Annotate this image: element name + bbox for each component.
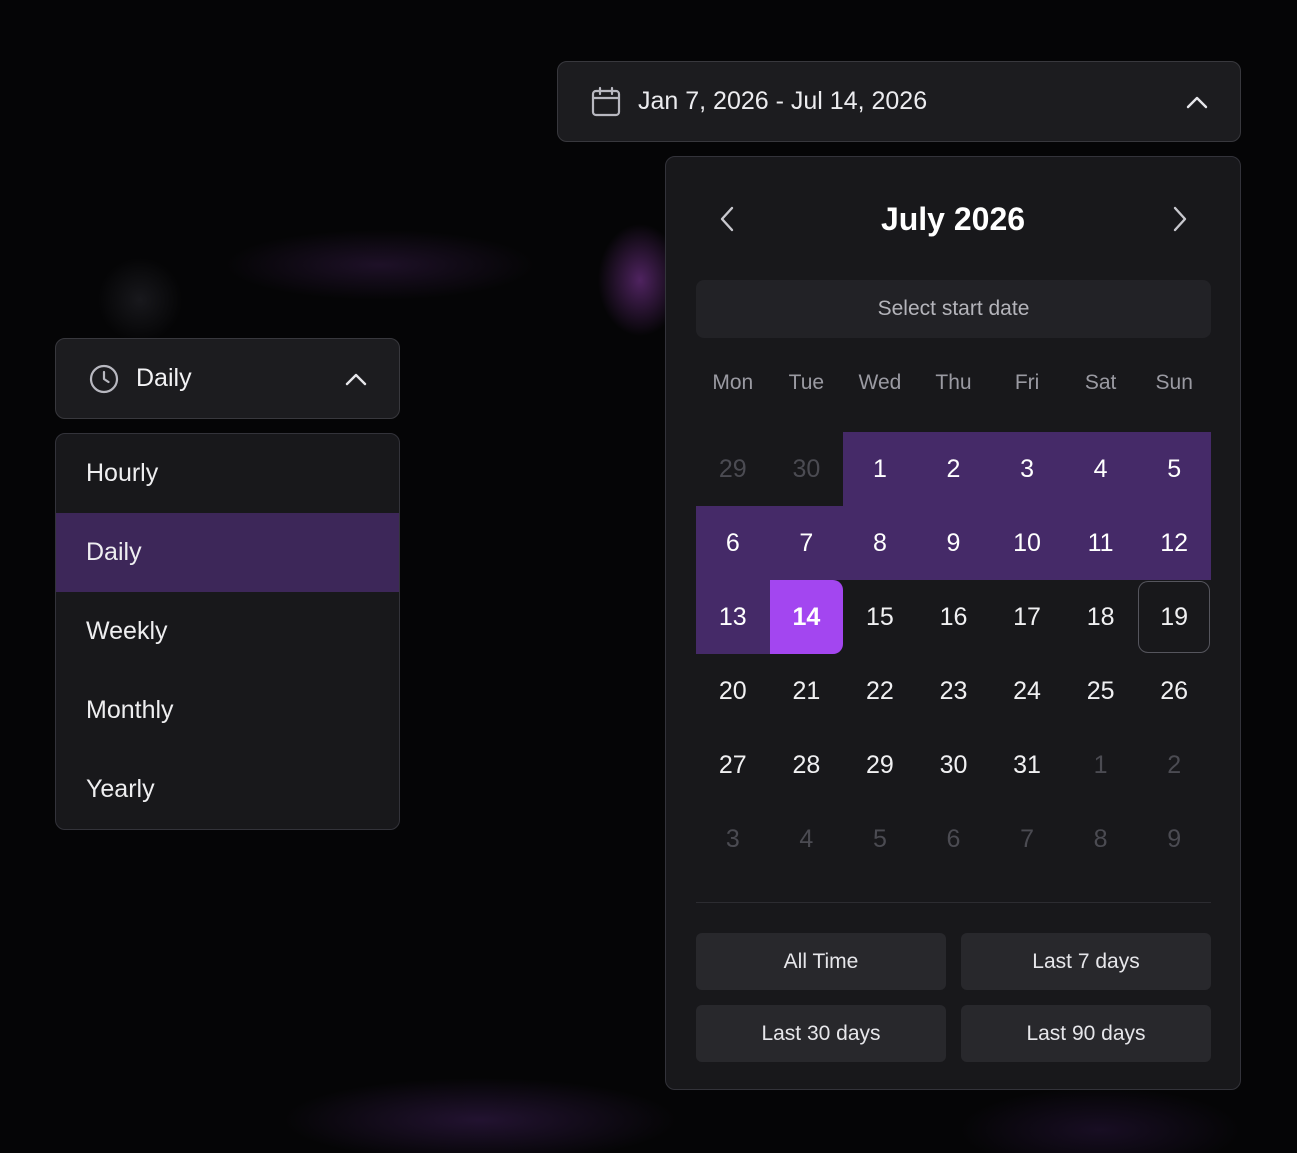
- day-cell[interactable]: 8: [843, 506, 917, 580]
- day-cell[interactable]: 26: [1137, 654, 1211, 728]
- interval-option-daily[interactable]: Daily: [56, 513, 399, 592]
- day-cell[interactable]: 28: [770, 728, 844, 802]
- day-cell[interactable]: 5: [1137, 432, 1211, 506]
- day-grid: 29 30 1 2 3 4 5 6 7 8 9 10 11 12 13 14 15 16 17 18 19 20 21 22 2…: [696, 432, 1211, 876]
- date-range-value: Jan 7, 2026 - Jul 14, 2026: [638, 87, 928, 115]
- day-cell[interactable]: 21: [770, 654, 844, 728]
- day-cell[interactable]: 20: [696, 654, 770, 728]
- weekday-label: Thu: [935, 371, 972, 394]
- calendar-popover: July 2026 Select start date Mon Tue Wed Thu…: [665, 156, 1241, 1090]
- day-cell[interactable]: 15: [843, 580, 917, 654]
- day-cell[interactable]: 1: [1064, 728, 1138, 802]
- interval-option-monthly[interactable]: Monthly: [56, 671, 399, 750]
- clock-icon: [89, 364, 119, 393]
- day-cell[interactable]: 14: [769, 580, 844, 654]
- day-cell[interactable]: 29: [696, 432, 770, 506]
- interval-option-weekly[interactable]: Weekly: [56, 592, 399, 671]
- day-cell[interactable]: 31: [990, 728, 1064, 802]
- day-cell[interactable]: 29: [843, 728, 917, 802]
- day-cell[interactable]: 8: [1064, 802, 1138, 876]
- day-cell[interactable]: 7: [769, 506, 844, 580]
- day-cell[interactable]: 2: [916, 432, 991, 506]
- weekday-label: Sun: [1155, 371, 1193, 394]
- interval-select[interactable]: Daily: [55, 338, 400, 419]
- chevron-up-icon: [345, 373, 367, 385]
- day-cell[interactable]: 19: [1137, 580, 1211, 654]
- day-cell[interactable]: 27: [696, 728, 770, 802]
- day-cell[interactable]: 30: [770, 432, 844, 506]
- next-month-button[interactable]: [1162, 201, 1198, 237]
- calendar-icon: [591, 86, 621, 116]
- day-cell[interactable]: 9: [916, 506, 991, 580]
- weekday-label: Tue: [788, 371, 825, 394]
- interval-select-value: Daily: [136, 364, 192, 392]
- day-cell[interactable]: 4: [1063, 432, 1138, 506]
- day-cell[interactable]: 3: [696, 802, 770, 876]
- day-cell[interactable]: 10: [990, 506, 1064, 580]
- day-cell[interactable]: 17: [990, 580, 1064, 654]
- weekday-header: Mon Tue Wed Thu Fri Sat Sun: [696, 371, 1211, 407]
- day-cell[interactable]: 13: [696, 580, 770, 654]
- preset-button[interactable]: All Time: [696, 933, 946, 990]
- range-presets: All Time Last 7 days Last 30 days Last 90 d…: [696, 933, 1211, 1062]
- interval-option-yearly[interactable]: Yearly: [56, 750, 399, 829]
- preset-button[interactable]: Last 30 days: [696, 1005, 946, 1062]
- preset-button[interactable]: Last 7 days: [961, 933, 1211, 990]
- interval-option-hourly[interactable]: Hourly: [56, 434, 399, 513]
- day-cell[interactable]: 2: [1137, 728, 1211, 802]
- weekday-label: Sat: [1084, 371, 1117, 394]
- day-cell[interactable]: 6: [696, 506, 770, 580]
- calendar-header: July 2026: [666, 187, 1240, 251]
- day-cell[interactable]: 9: [1137, 802, 1211, 876]
- chevron-right-icon: [1173, 206, 1187, 232]
- day-cell[interactable]: 3: [990, 432, 1064, 506]
- weekday-label: Wed: [858, 371, 902, 394]
- day-cell[interactable]: 1: [843, 432, 917, 506]
- day-cell[interactable]: 25: [1064, 654, 1138, 728]
- day-cell[interactable]: 7: [990, 802, 1064, 876]
- chevron-up-icon: [1186, 96, 1208, 108]
- interval-menu: Hourly Daily Weekly Monthly Yearly: [55, 433, 400, 830]
- day-cell[interactable]: 4: [770, 802, 844, 876]
- day-cell[interactable]: 11: [1063, 506, 1138, 580]
- day-cell[interactable]: 18: [1064, 580, 1138, 654]
- divider: [696, 902, 1211, 903]
- day-cell[interactable]: 5: [843, 802, 917, 876]
- preset-button[interactable]: Last 90 days: [961, 1005, 1211, 1062]
- weekday-label: Mon: [712, 371, 754, 394]
- day-cell[interactable]: 12: [1137, 506, 1211, 580]
- date-range-select[interactable]: Jan 7, 2026 - Jul 14, 2026: [557, 61, 1241, 142]
- selection-hint: Select start date: [696, 280, 1211, 338]
- day-cell[interactable]: 23: [917, 654, 991, 728]
- day-cell[interactable]: 22: [843, 654, 917, 728]
- day-cell[interactable]: 6: [917, 802, 991, 876]
- day-cell[interactable]: 16: [917, 580, 991, 654]
- weekday-label: Fri: [1014, 371, 1040, 394]
- day-cell[interactable]: 30: [917, 728, 991, 802]
- month-title: July 2026: [880, 201, 1026, 237]
- day-cell[interactable]: 24: [990, 654, 1064, 728]
